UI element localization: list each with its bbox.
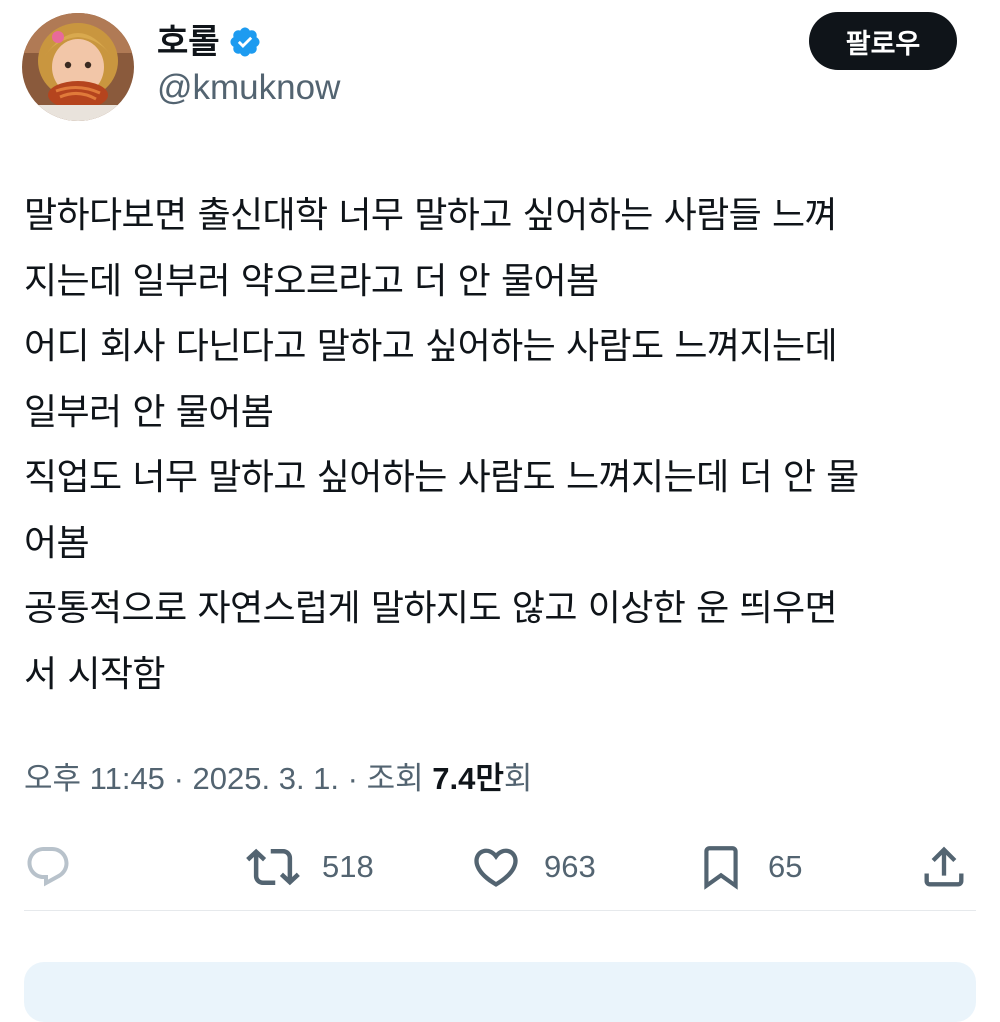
bookmark-count: 65 [768,849,803,884]
author-name-row[interactable]: 호롤 [157,18,262,66]
repost-icon [246,848,300,886]
share-button[interactable] [918,836,970,898]
avatar-image [22,13,134,121]
tweet-text-line: 어봄 [24,522,90,564]
follow-button[interactable]: 팔로우 [809,12,957,70]
tweet-text-line: 공통적으로 자연스럽게 말하지도 않고 이상한 운 띄우면 [24,588,838,629]
tweet-text-line: 어디 회사 다닌다고 말하고 싶어하는 사람도 느껴지는데 [24,326,838,367]
bookmark-button[interactable]: 65 [696,836,802,898]
author-display-name[interactable]: 호롤 [157,18,220,66]
tweet-time[interactable]: 오후 11:45 [24,761,165,796]
tweet-date[interactable]: 2025. 3. 1. [193,761,340,796]
tweet-text: 말하다보면 출신대학 너무 말하고 싶어하는 사람들 느껴 지는데 일부러 약오… [24,183,984,707]
meta-separator: · [173,761,184,796]
reply-button[interactable] [24,836,72,898]
share-icon [924,846,964,887]
views-label: 조회 [366,761,424,796]
tweet-text-line: 일부러 안 물어봄 [24,391,274,433]
tweet-text-line: 직업도 너무 말하고 싶어하는 사람도 느껴지는데 더 안 물 [24,457,859,498]
repost-button[interactable]: 518 [246,836,374,898]
like-count: 963 [544,849,596,884]
tweet-text-line: 서 시작함 [24,653,166,695]
verified-badge-icon [228,25,262,59]
divider [24,910,976,911]
author-handle[interactable]: @kmuknow [157,66,340,110]
reply-icon [27,847,69,887]
tweet-meta: 오후 11:45 · 2025. 3. 1. · 조회 7.4만회 [24,755,532,803]
bookmark-icon [704,846,738,890]
action-bar: 518 963 65 [0,836,1000,898]
views-count: 7.4만 [432,761,504,796]
tweet-text-line: 지는데 일부러 약오르라고 더 안 물어봄 [24,260,599,302]
repost-count: 518 [322,849,374,884]
like-button[interactable]: 963 [470,836,596,898]
heart-icon [474,848,518,887]
views-suffix: 회 [503,761,533,796]
tweet-text-line: 말하다보면 출신대학 너무 말하고 싶어하는 사람들 느껴 [24,195,838,236]
reply-composer-card[interactable] [24,962,976,1022]
meta-separator: · [347,761,358,796]
avatar[interactable] [22,13,134,121]
